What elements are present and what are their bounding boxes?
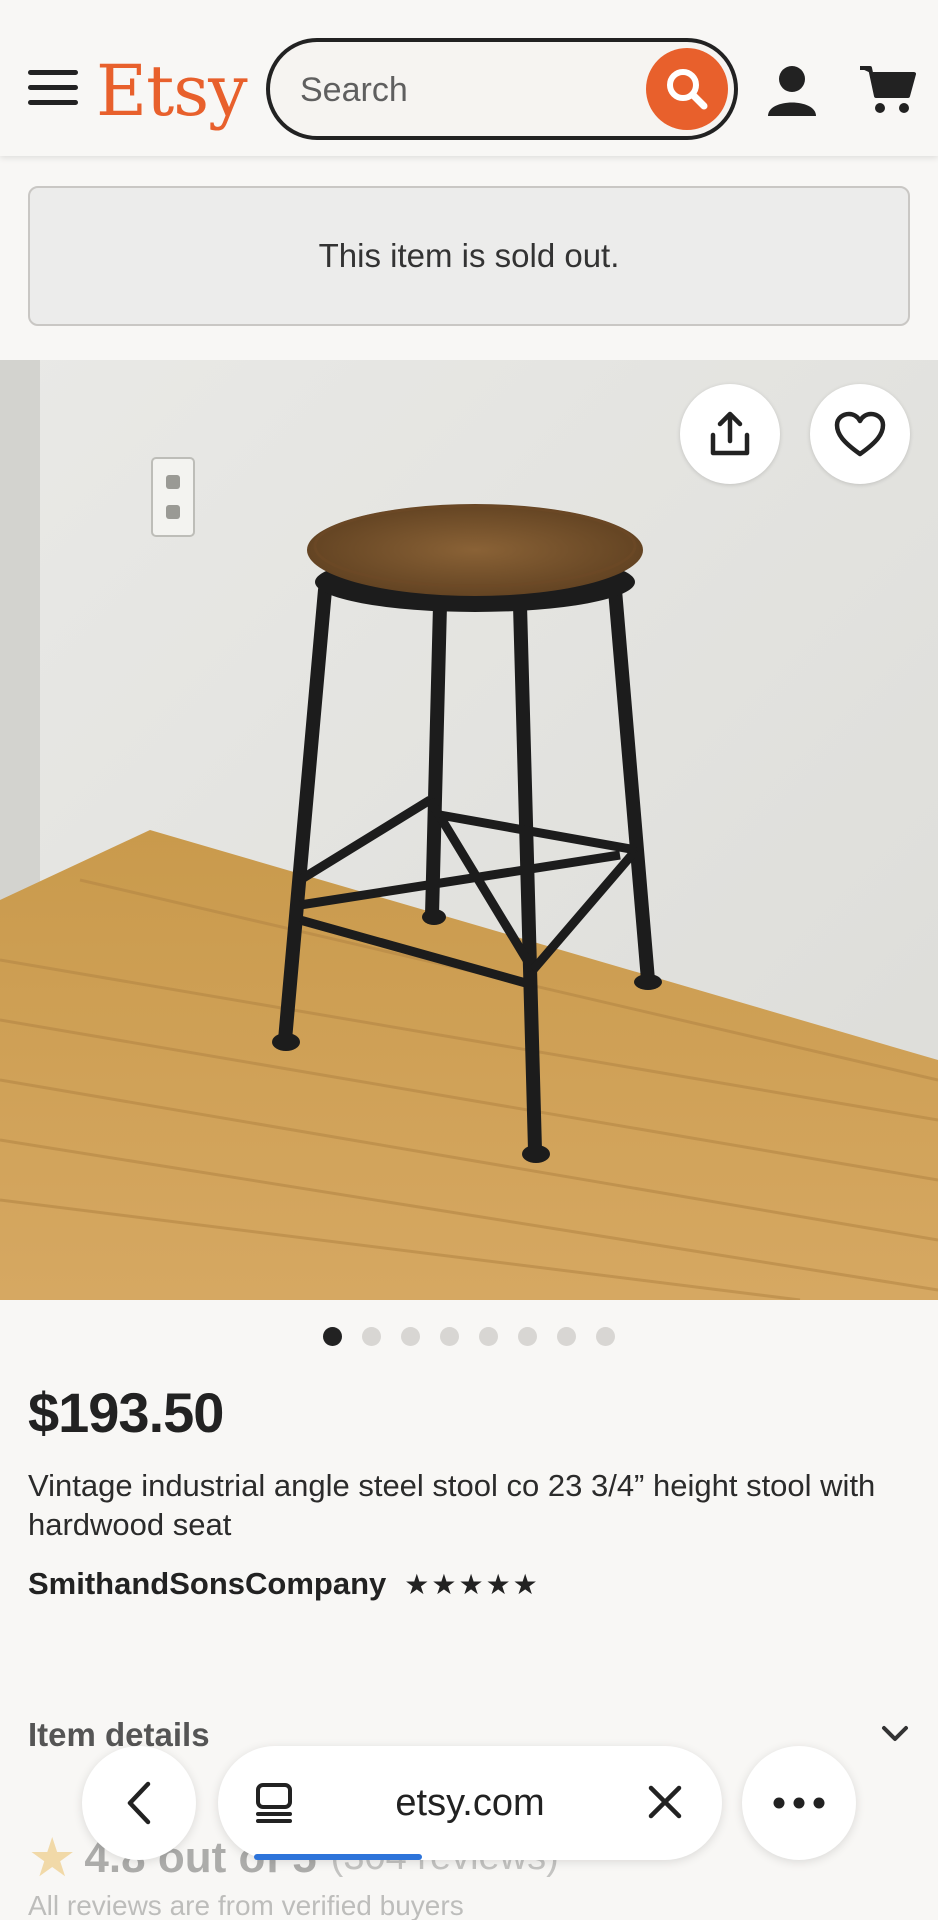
pager-dot[interactable] [440, 1327, 459, 1346]
account-icon[interactable] [764, 62, 820, 118]
shop-name-link[interactable]: SmithandSonsCompany [28, 1566, 386, 1602]
pager-dot[interactable] [557, 1327, 576, 1346]
share-button[interactable] [680, 384, 780, 484]
stool-photo [0, 360, 938, 1300]
share-icon [710, 411, 750, 456]
site-header: Etsy [0, 0, 938, 156]
menu-icon[interactable] [28, 70, 78, 108]
product-title: Vintage industrial angle steel stool co … [28, 1468, 876, 1542]
back-button[interactable] [82, 1746, 196, 1860]
product-image[interactable] [0, 360, 938, 1300]
tabs-icon [256, 1783, 292, 1823]
search-bar[interactable] [266, 38, 738, 140]
chevron-down-icon [882, 1726, 908, 1741]
more-options-button[interactable] [742, 1746, 856, 1860]
product-price: $193.50 [28, 1381, 224, 1444]
search-input[interactable] [300, 68, 600, 112]
verified-note: All reviews are from verified buyers [28, 1890, 464, 1920]
more-icon [773, 1797, 825, 1809]
close-icon[interactable] [646, 1783, 684, 1821]
shop-rating-stars: ★★★★★ [404, 1568, 540, 1600]
cart-icon[interactable] [858, 62, 916, 116]
pager-dot[interactable] [362, 1327, 381, 1346]
image-pager[interactable] [0, 1327, 938, 1346]
pager-dot[interactable] [401, 1327, 420, 1346]
heart-icon [834, 411, 886, 457]
star-icon: ★ [28, 1828, 77, 1888]
chevron-left-icon [127, 1781, 151, 1825]
address-bar[interactable]: etsy.com [218, 1746, 722, 1860]
etsy-logo[interactable]: Etsy [96, 48, 248, 134]
pager-dot[interactable] [518, 1327, 537, 1346]
page-load-progress [254, 1854, 422, 1860]
pager-dot[interactable] [596, 1327, 615, 1346]
shop-row: SmithandSonsCompany ★★★★★ [28, 1566, 540, 1602]
pager-dot[interactable] [479, 1327, 498, 1346]
sold-out-text: This item is sold out. [318, 237, 620, 274]
favorite-button[interactable] [810, 384, 910, 484]
sold-out-banner: This item is sold out. [28, 186, 910, 326]
item-details-label: Item details [28, 1716, 210, 1753]
search-icon [667, 69, 708, 110]
url-text: etsy.com [395, 1781, 545, 1824]
pager-dot[interactable] [323, 1327, 342, 1346]
search-button[interactable] [646, 48, 728, 130]
